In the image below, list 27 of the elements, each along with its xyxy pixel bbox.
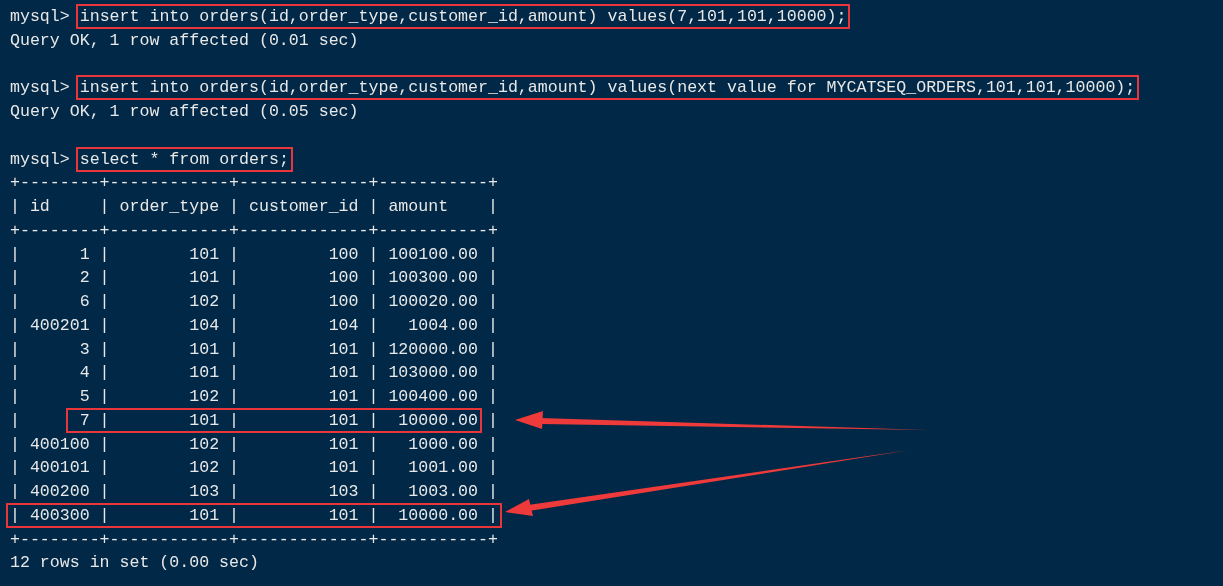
terminal-text: | 6 | 102 | 100 | 100020.00 | [10, 292, 498, 311]
terminal-text: 12 rows in set (0.00 sec) [10, 553, 259, 573]
terminal-text: +--------+------------+-------------+-----------+ [10, 173, 498, 193]
terminal-text: | 400200 | 103 | 103 | 1003.00 | [10, 482, 498, 501]
terminal-text: | 1 | 101 | 100 | 100100.00 | [10, 244, 498, 264]
terminal-text: Query OK, 1 row affected (0.01 sec) [10, 30, 359, 50]
terminal-text: mysql> [10, 149, 71, 169]
highlighted-text: insert into orders(id,order_type,customer_id,amount) values(next value for MYCATSEQ_ORDERS,101,101,10000); [75, 75, 1140, 101]
terminal-text: +--------+------------+-------------+-----------+ [10, 529, 498, 549]
terminal-text: mysql> [10, 7, 71, 26]
terminal-text: Query OK, 1 row affected (0.05 sec) [10, 102, 359, 121]
terminal-text: | 400201 | 104 | 104 | 1004.00 | [10, 315, 498, 335]
terminal-text: | 4 | 101 | 101 | 103000.00 | [10, 363, 498, 383]
highlighted-text: 7 | 101 | 101 | 10000.00 [65, 407, 483, 433]
terminal-text: mysql> [10, 78, 71, 98]
terminal-text: | 3 | 101 | 101 | 120000.00 | [10, 339, 498, 359]
terminal-text: | [10, 410, 21, 430]
terminal-text: | id | order_type | customer_id | amount | [10, 197, 498, 216]
terminal-text: | 5 | 102 | 101 | 100400.00 | [10, 387, 498, 406]
highlighted-text: | 400300 | 101 | 101 | 10000.00 | [6, 502, 502, 528]
terminal-text: +--------+------------+-------------+-----------+ [10, 220, 498, 240]
terminal-text: | 2 | 101 | 100 | 100300.00 | [10, 268, 498, 288]
terminal-text: | 400100 | 102 | 101 | 1000.00 | [10, 434, 498, 454]
highlighted-text: select * from orders; [75, 146, 293, 172]
highlighted-text: insert into orders(id,order_type,customer_id,amount) values(7,101,101,10000); [75, 4, 851, 29]
terminal-text: | [487, 410, 498, 430]
terminal-text: | 400101 | 102 | 101 | 1001.00 | [10, 458, 498, 478]
